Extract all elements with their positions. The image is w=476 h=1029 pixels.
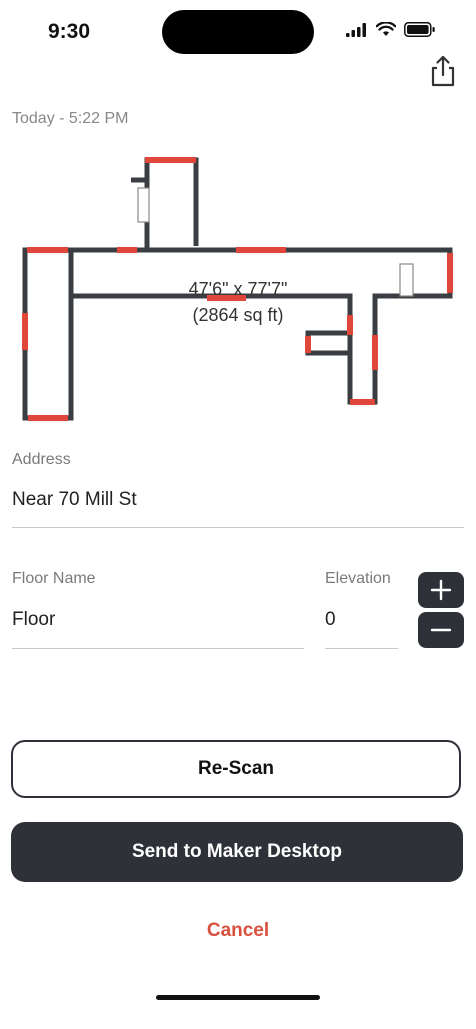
cellular-signal-icon <box>346 22 366 37</box>
floor-name-field[interactable]: Floor <box>12 609 55 631</box>
elevation-increment-button[interactable] <box>418 572 464 608</box>
wall-corridor <box>71 247 453 405</box>
elevation-field[interactable]: 0 <box>325 609 336 631</box>
dynamic-island <box>162 10 314 54</box>
battery-icon <box>404 22 435 37</box>
share-icon <box>431 55 455 87</box>
floor-name-underline <box>12 648 304 649</box>
rescan-button[interactable]: Re-Scan <box>11 740 461 798</box>
cancel-button[interactable]: Cancel <box>0 920 476 942</box>
send-to-desktop-button[interactable]: Send to Maker Desktop <box>11 822 463 882</box>
floor-name-label: Floor Name <box>12 570 96 587</box>
address-field[interactable]: Near 70 Mill St <box>12 489 137 511</box>
status-icons <box>346 22 436 37</box>
floor-plan-dimensions: 47'6" x 77'7" <box>188 279 288 299</box>
address-underline <box>12 527 464 528</box>
address-label: Address <box>12 451 71 468</box>
wall-stub <box>305 330 350 356</box>
window-marker <box>137 187 150 223</box>
wall-left-room <box>22 247 74 421</box>
share-button[interactable] <box>428 54 458 88</box>
status-time: 9:30 <box>48 20 91 43</box>
elevation-decrement-button[interactable] <box>418 612 464 648</box>
floor-plan-area: (2864 sq ft) <box>192 305 284 325</box>
elevation-underline <box>325 648 398 649</box>
scan-timestamp: Today - 5:22 PM <box>12 110 129 127</box>
wifi-icon <box>376 22 396 36</box>
elevation-label: Elevation <box>325 570 391 587</box>
home-indicator[interactable] <box>156 995 320 1000</box>
plus-icon <box>430 579 452 601</box>
minus-icon <box>430 628 452 632</box>
